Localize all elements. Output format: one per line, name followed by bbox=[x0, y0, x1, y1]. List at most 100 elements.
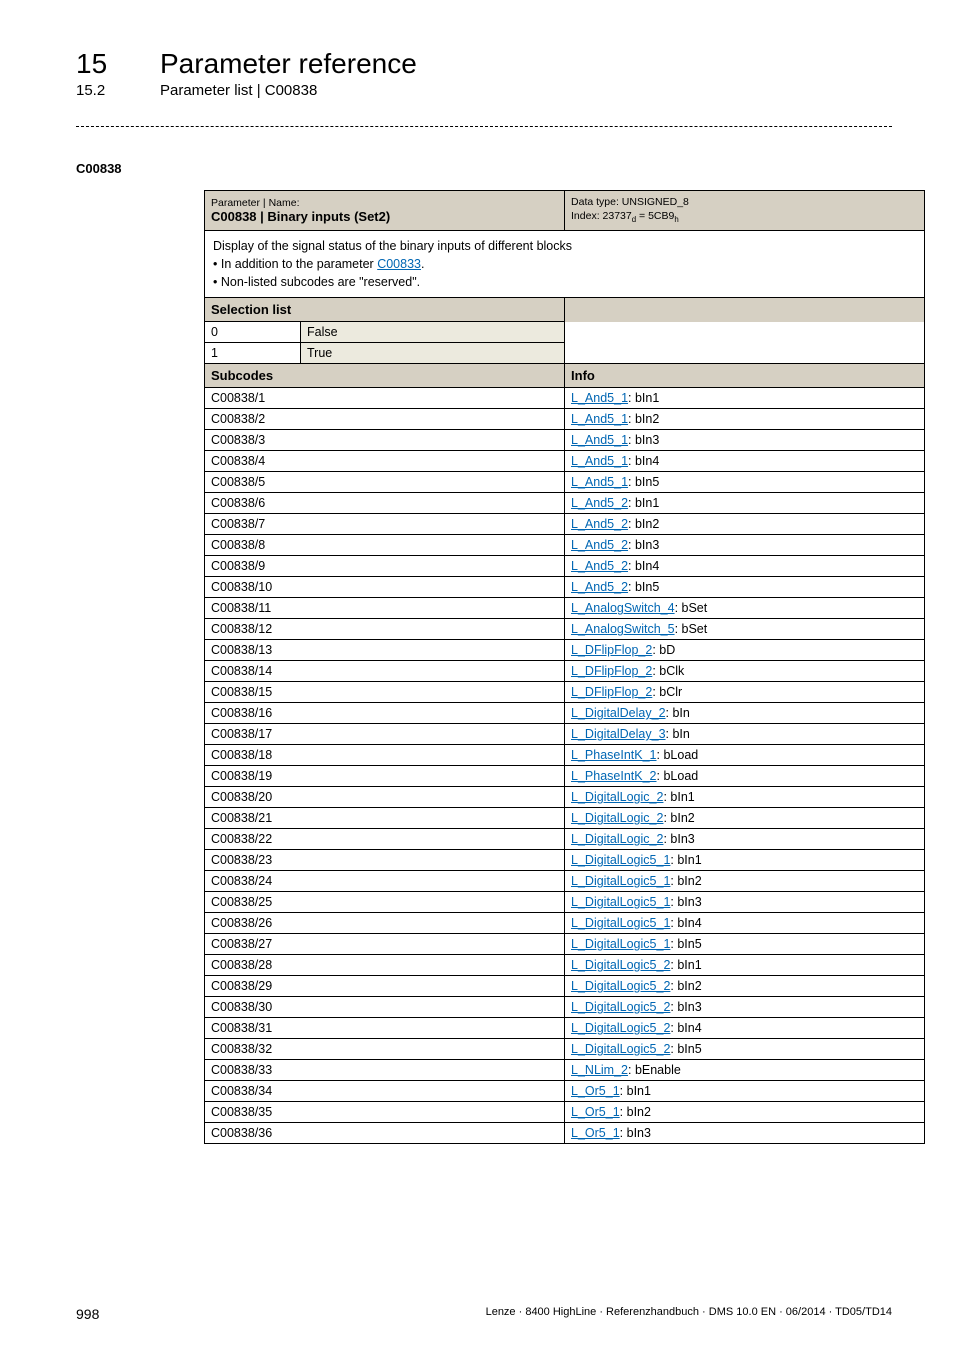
description-bullet: • Non-listed subcodes are "reserved". bbox=[213, 275, 420, 289]
page-footer: 998 Lenze · 8400 HighLine · Referenzhand… bbox=[76, 1306, 892, 1322]
info-link[interactable]: L_PhaseIntK_2 bbox=[571, 769, 657, 783]
table-row: C00838/24 L_DigitalLogic5_1: bIn2 bbox=[205, 871, 925, 892]
info-link[interactable]: L_And5_2 bbox=[571, 559, 628, 573]
info-link[interactable]: L_PhaseIntK_1 bbox=[571, 748, 657, 762]
subcode-cell: C00838/32 bbox=[205, 1039, 565, 1060]
table-row: C00838/17L_DigitalDelay_3: bIn bbox=[205, 724, 925, 745]
subcode-cell: C00838/4 bbox=[205, 451, 565, 472]
info-link[interactable]: L_DigitalDelay_2 bbox=[571, 706, 666, 720]
param-name: C00838 | Binary inputs (Set2) bbox=[211, 209, 390, 224]
table-row: C00838/28L_DigitalLogic5_2: bIn1 bbox=[205, 955, 925, 976]
info-link[interactable]: L_DigitalLogic_2 bbox=[571, 811, 663, 825]
subcodes-header: Subcodes Info bbox=[205, 364, 925, 388]
info-link[interactable]: L_DigitalLogic5_2 bbox=[571, 1042, 670, 1056]
info-link[interactable]: L_And5_2 bbox=[571, 517, 628, 531]
info-suffix: : bIn3 bbox=[628, 433, 659, 447]
subcode-cell: C00838/30 bbox=[205, 997, 565, 1018]
info-cell: L_DigitalLogic5_1: bIn4 bbox=[565, 913, 925, 934]
table-row: C00838/18L_PhaseIntK_1: bLoad bbox=[205, 745, 925, 766]
info-suffix: : bIn4 bbox=[670, 916, 701, 930]
info-link[interactable]: L_NLim_2 bbox=[571, 1063, 628, 1077]
subcode-cell: C00838/28 bbox=[205, 955, 565, 976]
description-bullet: • In addition to the parameter C00833. bbox=[213, 257, 424, 271]
info-link[interactable]: L_And5_2 bbox=[571, 580, 628, 594]
info-link[interactable]: L_DigitalLogic5_2 bbox=[571, 958, 670, 972]
table-row: C00838/3L_And5_1: bIn3 bbox=[205, 430, 925, 451]
subcode-cell: C00838/21 bbox=[205, 808, 565, 829]
info-cell: L_DigitalLogic5_2: bIn5 bbox=[565, 1039, 925, 1060]
table-row: C00838/14L_DFlipFlop_2: bClk bbox=[205, 661, 925, 682]
subcode-cell: C00838/24 bbox=[205, 871, 565, 892]
info-link[interactable]: L_DigitalLogic5_1 bbox=[571, 916, 670, 930]
info-link[interactable]: L_Or5_1 bbox=[571, 1084, 620, 1098]
info-suffix: : bIn3 bbox=[663, 832, 694, 846]
table-row: C00838/12L_AnalogSwitch_5: bSet bbox=[205, 619, 925, 640]
info-suffix: : bLoad bbox=[657, 769, 699, 783]
info-link[interactable]: L_DFlipFlop_2 bbox=[571, 685, 652, 699]
table-row: C00838/15L_DFlipFlop_2: bClr bbox=[205, 682, 925, 703]
info-cell: L_DigitalLogic5_1: bIn3 bbox=[565, 892, 925, 913]
info-suffix: : bIn3 bbox=[670, 895, 701, 909]
subcode-cell: C00838/20 bbox=[205, 787, 565, 808]
info-suffix: : bEnable bbox=[628, 1063, 681, 1077]
info-suffix: : bIn1 bbox=[663, 790, 694, 804]
chapter-number: 15 bbox=[76, 48, 160, 80]
info-link[interactable]: L_DigitalLogic5_2 bbox=[571, 1021, 670, 1035]
info-link[interactable]: L_And5_1 bbox=[571, 391, 628, 405]
info-suffix: : bIn3 bbox=[670, 1000, 701, 1014]
link-c00833[interactable]: C00833 bbox=[377, 257, 421, 271]
subcode-cell: C00838/7 bbox=[205, 514, 565, 535]
info-link[interactable]: L_DFlipFlop_2 bbox=[571, 643, 652, 657]
info-cell: L_And5_2: bIn2 bbox=[565, 514, 925, 535]
divider bbox=[76, 126, 892, 127]
info-link[interactable]: L_AnalogSwitch_5 bbox=[571, 622, 675, 636]
info-link[interactable]: L_DigitalLogic_2 bbox=[571, 832, 663, 846]
subcode-cell: C00838/16 bbox=[205, 703, 565, 724]
info-link[interactable]: L_DigitalLogic5_1 bbox=[571, 853, 670, 867]
table-row: C00838/33 L_NLim_2: bEnable bbox=[205, 1060, 925, 1081]
subcode-cell: C00838/25 bbox=[205, 892, 565, 913]
info-link[interactable]: L_And5_1 bbox=[571, 475, 628, 489]
table-row: C00838/1L_And5_1: bIn1 bbox=[205, 388, 925, 409]
description-row: Display of the signal status of the bina… bbox=[205, 230, 925, 297]
subcode-cell: C00838/33 bbox=[205, 1060, 565, 1081]
info-link[interactable]: L_And5_2 bbox=[571, 496, 628, 510]
info-link[interactable]: L_DigitalLogic_2 bbox=[571, 790, 663, 804]
info-link[interactable]: L_DigitalLogic5_2 bbox=[571, 979, 670, 993]
table-row: C00838/11L_AnalogSwitch_4: bSet bbox=[205, 598, 925, 619]
info-link[interactable]: L_And5_1 bbox=[571, 433, 628, 447]
info-suffix: : bIn bbox=[666, 727, 690, 741]
table-row: C00838/32L_DigitalLogic5_2: bIn5 bbox=[205, 1039, 925, 1060]
info-cell: L_AnalogSwitch_4: bSet bbox=[565, 598, 925, 619]
info-cell: L_And5_1: bIn3 bbox=[565, 430, 925, 451]
selection-value: 1 bbox=[205, 343, 301, 364]
table-row: C00838/23L_DigitalLogic5_1: bIn1 bbox=[205, 850, 925, 871]
subcode-cell: C00838/2 bbox=[205, 409, 565, 430]
info-link[interactable]: L_Or5_1 bbox=[571, 1126, 620, 1140]
info-link[interactable]: L_And5_2 bbox=[571, 538, 628, 552]
info-suffix: : bIn2 bbox=[663, 811, 694, 825]
table-row: C00838/10L_And5_2: bIn5 bbox=[205, 577, 925, 598]
info-suffix: : bIn3 bbox=[628, 538, 659, 552]
table-row: C00838/30 L_DigitalLogic5_2: bIn3 bbox=[205, 997, 925, 1018]
table-row: C00838/2L_And5_1: bIn2 bbox=[205, 409, 925, 430]
info-link[interactable]: L_AnalogSwitch_4 bbox=[571, 601, 675, 615]
info-link[interactable]: L_And5_1 bbox=[571, 412, 628, 426]
info-link[interactable]: L_DigitalDelay_3 bbox=[571, 727, 666, 741]
info-link[interactable]: L_DigitalLogic5_1 bbox=[571, 937, 670, 951]
info-link[interactable]: L_DigitalLogic5_1 bbox=[571, 895, 670, 909]
table-row: C00838/19L_PhaseIntK_2: bLoad bbox=[205, 766, 925, 787]
info-link[interactable]: L_DFlipFlop_2 bbox=[571, 664, 652, 678]
info-link[interactable]: L_Or5_1 bbox=[571, 1105, 620, 1119]
info-link[interactable]: L_DigitalLogic5_2 bbox=[571, 1000, 670, 1014]
subcode-cell: C00838/27 bbox=[205, 934, 565, 955]
subcode-cell: C00838/14 bbox=[205, 661, 565, 682]
info-link[interactable]: L_And5_1 bbox=[571, 454, 628, 468]
info-cell: L_DFlipFlop_2: bClr bbox=[565, 682, 925, 703]
info-link[interactable]: L_DigitalLogic5_1 bbox=[571, 874, 670, 888]
table-row: C00838/29L_DigitalLogic5_2: bIn2 bbox=[205, 976, 925, 997]
info-suffix: : bIn2 bbox=[670, 874, 701, 888]
table-row: C00838/13L_DFlipFlop_2: bD bbox=[205, 640, 925, 661]
subcode-cell: C00838/13 bbox=[205, 640, 565, 661]
info-suffix: : bIn4 bbox=[628, 454, 659, 468]
